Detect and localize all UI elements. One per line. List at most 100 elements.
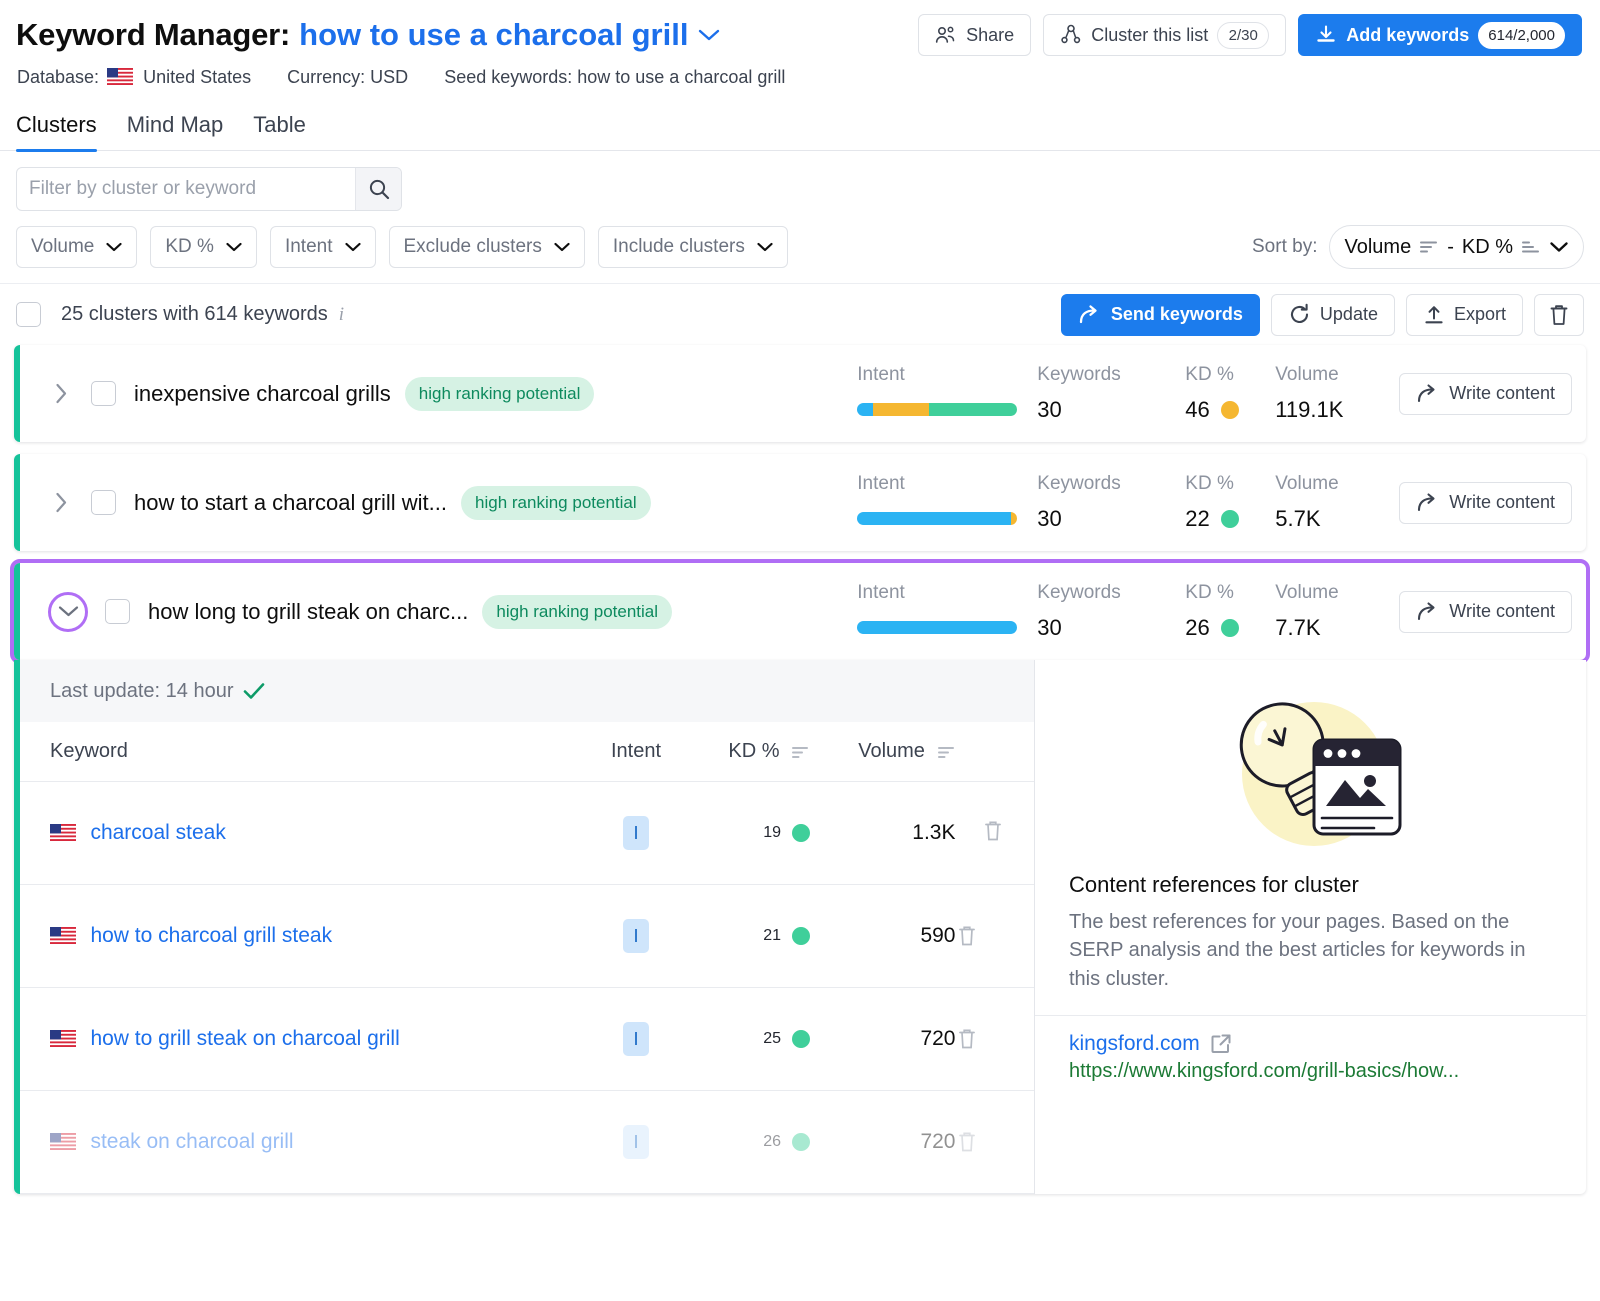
chevron-down-icon — [757, 242, 773, 252]
write-content-button[interactable]: Write content — [1399, 482, 1572, 524]
intent-badge: I — [623, 1022, 649, 1056]
table-row[interactable]: how to start a charcoal grill wit... hig… — [14, 454, 1586, 551]
cluster-this-list-button[interactable]: Cluster this list 2/30 — [1043, 14, 1286, 56]
write-content-label: Write content — [1449, 383, 1555, 404]
filter-kd[interactable]: KD % — [150, 226, 257, 268]
metric-volume: Volume 119.1K — [1275, 364, 1393, 423]
filter-volume[interactable]: Volume — [16, 226, 137, 268]
write-content-label: Write content — [1449, 492, 1555, 513]
collapse-cluster-button[interactable] — [48, 592, 88, 632]
trash-icon[interactable] — [982, 830, 1004, 847]
info-icon[interactable]: i — [339, 304, 344, 326]
keyword-link[interactable]: charcoal steak — [90, 821, 225, 844]
keyword-link[interactable]: how to grill steak on charcoal grill — [90, 1027, 399, 1050]
metric-intent: Intent — [857, 582, 1037, 634]
filter-exclude-clusters[interactable]: Exclude clusters — [389, 226, 585, 268]
kd-difficulty-dot — [1221, 619, 1239, 637]
content-references-text: Content references for cluster The best … — [1035, 872, 1586, 993]
kd-cell: 26 — [685, 1091, 810, 1194]
metric-value-keywords: 30 — [1037, 506, 1185, 532]
chevron-down-icon[interactable] — [698, 28, 720, 42]
kd-value: 25 — [763, 1030, 781, 1048]
filter-include-clusters[interactable]: Include clusters — [598, 226, 788, 268]
export-button[interactable]: Export — [1406, 294, 1523, 336]
metric-label-keywords: Keywords — [1037, 473, 1185, 495]
sort-separator: - — [1447, 236, 1454, 259]
people-icon — [935, 25, 957, 45]
expand-cluster-button[interactable] — [48, 490, 74, 516]
cluster-count-text: 25 clusters with 614 keywords — [61, 303, 328, 326]
external-link-icon[interactable] — [1210, 1033, 1232, 1055]
select-all-checkbox[interactable] — [16, 302, 41, 327]
row-checkbox[interactable] — [91, 490, 116, 515]
add-keywords-button[interactable]: Add keywords 614/2,000 — [1298, 14, 1582, 56]
kd-cell: 21 — [685, 885, 810, 988]
page-title: Keyword Manager: — [16, 17, 290, 53]
search-input[interactable] — [17, 168, 355, 210]
keyword-table: Keyword Intent KD % Volume — [14, 722, 1034, 1194]
add-keywords-label: Add keywords — [1346, 25, 1469, 46]
cluster-name: inexpensive charcoal grills — [134, 381, 391, 407]
tab-mind-map[interactable]: Mind Map — [127, 112, 224, 150]
keyword-link[interactable]: how to charcoal grill steak — [90, 924, 332, 947]
metric-label-keywords: Keywords — [1037, 582, 1185, 604]
keyword-row[interactable]: steak on charcoal grill I 26 — [14, 1091, 1034, 1194]
meta-row: Database: United States Currency: USD Se… — [16, 60, 1584, 94]
trash-icon[interactable] — [956, 1027, 1005, 1051]
metric-intent: Intent — [857, 364, 1037, 416]
keyword-table-area: Last update: 14 hour Keyword Intent KD % — [14, 660, 1035, 1194]
write-content-button[interactable]: Write content — [1399, 373, 1572, 415]
metric-volume: Volume 5.7K — [1275, 473, 1393, 532]
sort-secondary-label: KD % — [1462, 236, 1513, 259]
tab-clusters[interactable]: Clusters — [16, 112, 97, 150]
metric-kd: KD % 46 — [1185, 364, 1275, 423]
export-label: Export — [1454, 304, 1506, 325]
column-header-keyword[interactable]: Keyword — [14, 722, 587, 782]
sort-by-control[interactable]: Volume - KD % — [1329, 225, 1584, 269]
row-checkbox[interactable] — [105, 599, 130, 624]
trash-icon[interactable] — [956, 1130, 1005, 1154]
write-content-label: Write content — [1449, 601, 1555, 622]
write-content-button[interactable]: Write content — [1399, 591, 1572, 633]
project-name-link[interactable]: how to use a charcoal grill — [299, 17, 688, 53]
column-header-intent[interactable]: Intent — [587, 722, 684, 782]
table-row[interactable]: inexpensive charcoal grills high ranking… — [14, 345, 1586, 442]
last-update-label: Last update: 14 hour — [50, 680, 233, 703]
keyword-row[interactable]: how to charcoal grill steak I 21 — [14, 885, 1034, 988]
intent-bar — [857, 621, 1017, 634]
search-button[interactable] — [355, 168, 401, 210]
table-row[interactable]: how long to grill steak on charc... high… — [14, 563, 1586, 660]
metric-value-volume: 5.7K — [1275, 506, 1393, 532]
filter-include-clusters-label: Include clusters — [613, 236, 745, 258]
reference-url[interactable]: https://www.kingsford.com/grill-basics/h… — [1035, 1056, 1586, 1083]
metric-value-keywords: 30 — [1037, 397, 1185, 423]
delete-button[interactable] — [1534, 294, 1584, 336]
row-checkbox[interactable] — [91, 381, 116, 406]
share-button[interactable]: Share — [918, 14, 1031, 56]
filter-intent-label: Intent — [285, 236, 333, 258]
share-arrow-icon — [1078, 304, 1102, 326]
keyword-row[interactable]: charcoal steak I 19 1.3K — [14, 782, 1034, 885]
filter-exclude-clusters-label: Exclude clusters — [404, 236, 542, 258]
trash-icon[interactable] — [956, 924, 1005, 948]
metric-value-kd: 26 — [1185, 615, 1209, 641]
kd-difficulty-dot — [792, 1133, 810, 1151]
sort-by-label: Sort by: — [1252, 236, 1317, 258]
column-header-kd[interactable]: KD % — [685, 722, 810, 782]
tab-table[interactable]: Table — [253, 112, 306, 150]
cluster-icon — [1060, 24, 1082, 46]
metric-value-volume: 7.7K — [1275, 615, 1393, 641]
update-button[interactable]: Update — [1271, 294, 1395, 336]
column-header-volume-label: Volume — [858, 740, 925, 762]
intent-bar — [857, 403, 1017, 416]
database-label: Database: — [17, 67, 99, 87]
reference-domain-link[interactable]: kingsford.com — [1069, 1032, 1200, 1056]
keyword-row[interactable]: how to grill steak on charcoal grill I 2… — [14, 988, 1034, 1091]
expand-cluster-button[interactable] — [48, 381, 74, 407]
reference-link-row: kingsford.com — [1035, 1016, 1586, 1056]
column-header-volume[interactable]: Volume — [810, 722, 955, 782]
keyword-link[interactable]: steak on charcoal grill — [90, 1130, 293, 1153]
kd-difficulty-dot — [792, 1030, 810, 1048]
filter-intent[interactable]: Intent — [270, 226, 376, 268]
send-keywords-button[interactable]: Send keywords — [1061, 294, 1260, 336]
